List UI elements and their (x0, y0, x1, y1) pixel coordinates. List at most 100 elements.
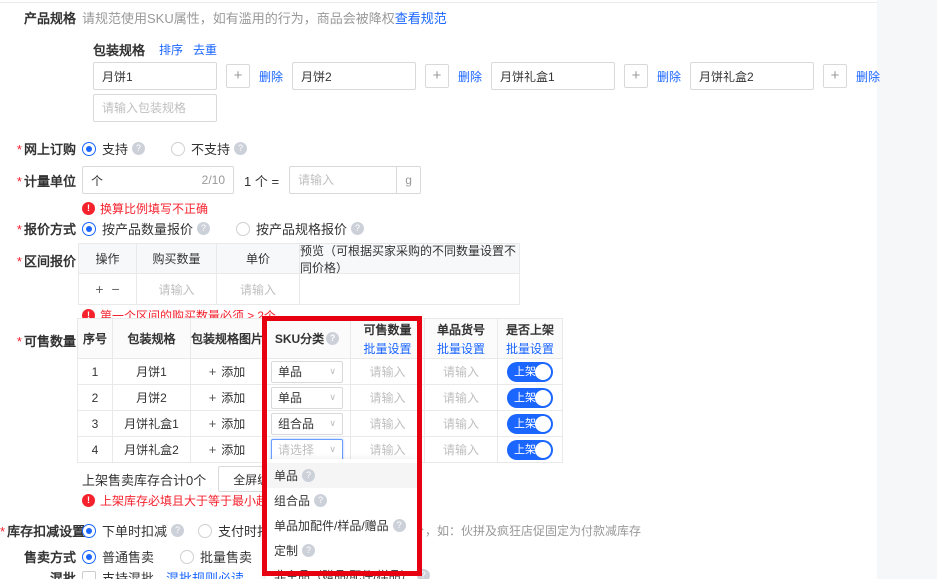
add-spec-icon[interactable]: + (226, 64, 250, 88)
row3-add-image[interactable]: +添加 (191, 411, 264, 437)
price-by-spec-radio[interactable] (236, 222, 250, 236)
unit-input[interactable]: 个 2/10 (82, 166, 234, 194)
sku-type-dropdown: 单品 ? 组合品 ? 单品加配件/样品/赠品 ? 定制 ? 非主品（赠品/配件/… (266, 459, 418, 579)
deduct-on-order-radio[interactable] (82, 524, 96, 538)
price-by-spec-label[interactable]: 按产品规格报价 (256, 219, 347, 238)
row-mixed-batch: 混批 支持混批 混批规则必读 (0, 568, 244, 579)
delete-spec-link-4[interactable]: 删除 (856, 68, 880, 85)
row2-qty-input[interactable]: 请输入 (351, 385, 425, 411)
help-icon[interactable]: ? (302, 469, 315, 482)
chevron-down-icon: ∨ (329, 366, 336, 377)
normal-sell-label[interactable]: 普通售卖 (102, 547, 154, 566)
package-spec-title: 包装规格 (93, 40, 145, 59)
sku-option-text: 单品 (274, 467, 298, 484)
sku-option-text: 组合品 (274, 492, 310, 509)
batch-set-qty-link[interactable]: 批量设置 (363, 340, 411, 357)
sku-option-single[interactable]: 单品 ? (266, 463, 418, 488)
new-package-spec-input[interactable] (93, 94, 217, 122)
code-placeholder: 请输入 (443, 415, 479, 432)
delete-spec-link-3[interactable]: 删除 (657, 68, 681, 85)
row2-add-image[interactable]: +添加 (191, 385, 264, 411)
mixed-batch-checkbox[interactable] (82, 571, 96, 579)
help-icon[interactable]: ? (197, 222, 210, 235)
row1-code-input[interactable]: 请输入 (425, 359, 498, 385)
mixed-batch-checkbox-label[interactable]: 支持混批 (102, 568, 154, 579)
row4-listed-toggle[interactable]: 上架 (507, 440, 553, 460)
help-icon[interactable]: ? (314, 494, 327, 507)
range-qty-input[interactable]: 请输入 (137, 274, 217, 305)
online-order-no-radio[interactable] (171, 142, 185, 156)
row4-sku-value: 请选择 (278, 441, 314, 458)
range-price-placeholder: 请输入 (240, 281, 276, 298)
package-spec-input-3[interactable] (491, 62, 615, 90)
batch-sell-label[interactable]: 批量售卖 (200, 547, 252, 566)
row3-code-input[interactable]: 请输入 (425, 411, 498, 437)
package-spec-input-1[interactable] (93, 62, 217, 90)
range-price-input[interactable]: 请输入 (217, 274, 300, 305)
row-unit: *计量单位 个 2/10 1 个 = g (0, 166, 421, 194)
row1-spec: 月饼1 (113, 359, 191, 385)
row1-sku-select[interactable]: 单品 ∨ (271, 361, 343, 383)
page-right-margin (877, 0, 937, 579)
online-order-yes-label[interactable]: 支持 (102, 139, 128, 158)
delete-spec-link-1[interactable]: 删除 (259, 68, 283, 85)
add-range-icon[interactable]: + (95, 281, 103, 297)
sku-option-non-main[interactable]: 非主品（赠品/配件/样品） ? (266, 563, 418, 579)
deduct-on-pay-radio[interactable] (198, 524, 212, 538)
sku-option-custom[interactable]: 定制 ? (266, 538, 418, 563)
row1-listed-toggle[interactable]: 上架 (507, 362, 553, 382)
row1-add-image[interactable]: +添加 (191, 359, 264, 385)
help-icon[interactable]: ? (234, 142, 247, 155)
row4-index: 4 (78, 437, 113, 463)
row4-add-image[interactable]: +添加 (191, 437, 264, 463)
remove-range-icon[interactable]: − (112, 281, 120, 297)
sku-option-combo[interactable]: 组合品 ? (266, 488, 418, 513)
add-spec-icon[interactable]: + (823, 64, 847, 88)
unit-suffix: g (397, 166, 421, 194)
row4-code-input[interactable]: 请输入 (425, 437, 498, 463)
package-spec-input-2[interactable] (292, 62, 416, 90)
code-placeholder: 请输入 (443, 389, 479, 406)
price-by-qty-radio[interactable] (82, 222, 96, 236)
mixed-batch-rules-link[interactable]: 混批规则必读 (166, 568, 244, 579)
help-icon[interactable]: ? (326, 332, 339, 345)
delete-spec-link-2[interactable]: 删除 (458, 68, 482, 85)
row1-sku-value: 单品 (278, 363, 302, 380)
add-spec-icon[interactable]: + (624, 64, 648, 88)
help-icon[interactable]: ? (302, 544, 315, 557)
row3-qty-input[interactable]: 请输入 (351, 411, 425, 437)
help-icon[interactable]: ? (393, 519, 406, 532)
row-range-price-label: *区间报价 (0, 251, 76, 270)
row-online-order: *网上订购 支持 ? 不支持 ? (0, 139, 247, 158)
row3-sku-select[interactable]: 组合品∨ (271, 413, 343, 435)
unit-ratio-input[interactable] (289, 166, 397, 194)
help-icon[interactable]: ? (171, 524, 184, 537)
row2-code-input[interactable]: 请输入 (425, 385, 498, 411)
row2-sku-select[interactable]: 单品∨ (271, 387, 343, 409)
row1-qty-input[interactable]: 请输入 (351, 359, 425, 385)
sku-option-single-with-accessory[interactable]: 单品加配件/样品/赠品 ? (266, 513, 418, 538)
deduct-on-order-label[interactable]: 下单时扣减 (102, 521, 167, 540)
sort-link[interactable]: 排序 (159, 41, 183, 58)
dedupe-link[interactable]: 去重 (193, 41, 217, 58)
row-sell-mode: 售卖方式 普通售卖 批量售卖 (0, 547, 256, 566)
col-item-code: 单品货号 批量设置 (425, 319, 498, 359)
add-spec-icon[interactable]: + (425, 64, 449, 88)
batch-set-listed-link[interactable]: 批量设置 (506, 340, 554, 357)
package-spec-input-4[interactable] (690, 62, 814, 90)
help-icon[interactable]: ? (417, 569, 430, 579)
row3-listed-toggle[interactable]: 上架 (507, 414, 553, 434)
row2-listed-toggle[interactable]: 上架 (507, 388, 553, 408)
batch-set-code-link[interactable]: 批量设置 (437, 340, 485, 357)
batch-sell-radio[interactable] (180, 550, 194, 564)
row4-sku-select[interactable]: 请选择∨ (271, 439, 343, 461)
online-order-yes-radio[interactable] (82, 142, 96, 156)
package-spec-inputs: + 删除 + 删除 + 删除 + 删除 (93, 62, 880, 90)
price-by-qty-label[interactable]: 按产品数量报价 (102, 219, 193, 238)
online-order-no-label[interactable]: 不支持 (191, 139, 230, 158)
required-mark: * (17, 334, 22, 349)
help-icon[interactable]: ? (132, 142, 145, 155)
help-icon[interactable]: ? (351, 222, 364, 235)
normal-sell-radio[interactable] (82, 550, 96, 564)
view-spec-rules-link[interactable]: 查看规范 (395, 8, 447, 27)
